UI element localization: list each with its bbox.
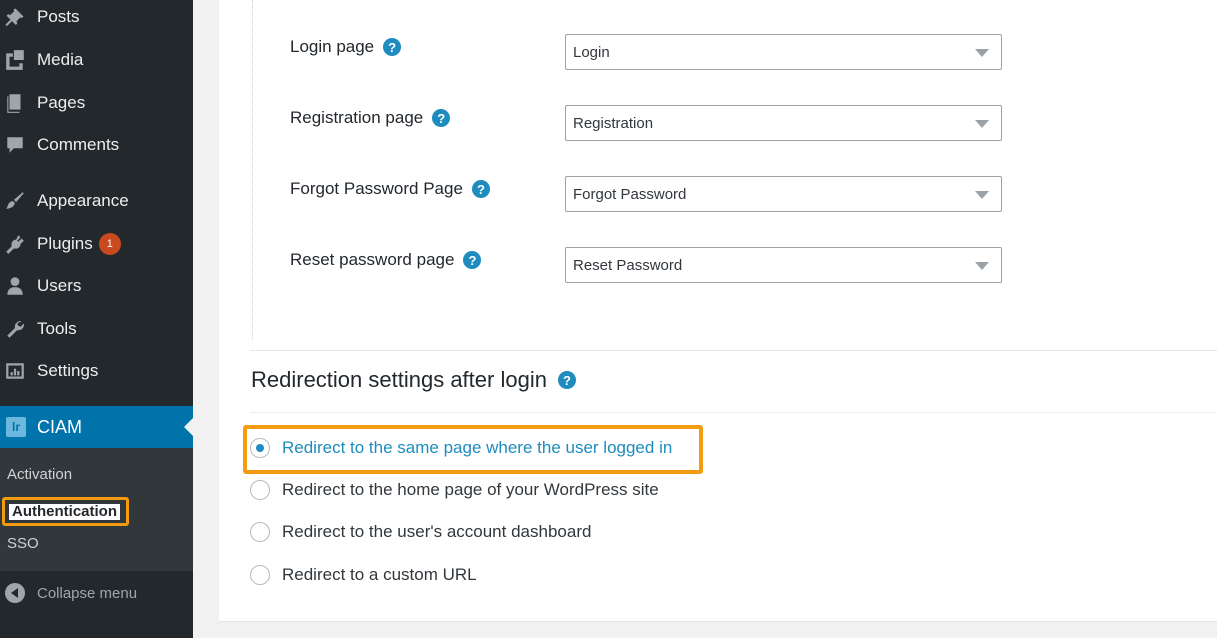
sidebar-item-label: Settings xyxy=(37,361,99,380)
select-value: Reset Password xyxy=(573,256,683,274)
settings-icon xyxy=(4,360,26,382)
divider xyxy=(250,412,1217,413)
sidebar-item-label: Posts xyxy=(37,7,80,26)
sidebar-item-label: CIAM xyxy=(37,416,82,437)
sidebar-item-label: Tools xyxy=(37,319,77,338)
plugin-icon xyxy=(4,233,26,255)
update-count-badge: 1 xyxy=(98,233,121,255)
radio-button[interactable] xyxy=(250,522,270,542)
section-title-text: Redirection settings after login xyxy=(251,367,547,392)
field-label-text: Login page xyxy=(290,37,375,56)
sidebar-item-label: Pages xyxy=(37,93,86,112)
chevron-down-icon xyxy=(975,191,989,199)
radio-label: Redirect to a custom URL xyxy=(282,565,477,584)
chevron-down-icon xyxy=(975,49,989,57)
submenu-item-activation[interactable]: Activation xyxy=(7,466,72,483)
sidebar-item-settings[interactable]: Settings xyxy=(0,351,193,391)
submenu-item-label: Authentication xyxy=(9,503,120,520)
forgot-password-page-label: Forgot Password Page ? xyxy=(290,179,490,199)
registration-page-select[interactable]: Registration xyxy=(565,105,1002,141)
redirection-section-title: Redirection settings after login ? xyxy=(251,367,576,393)
pages-icon xyxy=(4,92,26,114)
reset-password-page-label: Reset password page ? xyxy=(290,250,482,270)
help-icon[interactable]: ? xyxy=(471,180,490,198)
sidebar-item-label: Appearance xyxy=(37,191,129,210)
sidebar-item-plugins[interactable]: Plugins 1 xyxy=(0,224,193,264)
sidebar-item-appearance[interactable]: Appearance xyxy=(0,181,193,221)
submenu-item-sso[interactable]: SSO xyxy=(7,535,39,552)
field-label-text: Forgot Password Page xyxy=(290,179,463,198)
sidebar-item-posts[interactable]: Posts xyxy=(0,0,193,37)
sidebar-item-comments[interactable]: Comments xyxy=(0,125,193,165)
chevron-down-icon xyxy=(975,262,989,270)
user-icon xyxy=(4,275,26,297)
radio-button[interactable] xyxy=(250,480,270,500)
redirect-option-home-page[interactable]: Redirect to the home page of your WordPr… xyxy=(250,480,659,500)
ciam-logo-icon: lr xyxy=(6,417,26,437)
sidebar-item-tools[interactable]: Tools xyxy=(0,309,193,349)
submenu-item-authentication[interactable]: Authentication xyxy=(2,497,129,526)
sidebar-item-label: Users xyxy=(37,276,82,295)
chevron-down-icon xyxy=(975,120,989,128)
help-icon[interactable]: ? xyxy=(383,38,402,56)
login-page-label: Login page ? xyxy=(290,37,402,57)
redirect-option-custom-url[interactable]: Redirect to a custom URL xyxy=(250,565,477,585)
help-icon[interactable]: ? xyxy=(557,371,576,389)
section-divider xyxy=(252,0,253,340)
selected-option-highlight xyxy=(243,425,703,474)
media-icon xyxy=(4,49,26,71)
collapse-menu-label: Collapse menu xyxy=(37,584,138,602)
sidebar-item-label: Comments xyxy=(37,135,120,154)
radio-label: Redirect to the home page of your WordPr… xyxy=(282,480,659,499)
field-label-text: Registration page xyxy=(290,108,424,127)
reset-password-page-select[interactable]: Reset Password xyxy=(565,247,1002,283)
sidebar-item-users[interactable]: Users xyxy=(0,266,193,306)
redirect-option-account-dashboard[interactable]: Redirect to the user's account dashboard xyxy=(250,522,591,542)
admin-sidebar: Posts Media Pages Comments Appearance Pl… xyxy=(0,0,193,638)
current-menu-arrow xyxy=(184,418,193,436)
sidebar-item-media[interactable]: Media xyxy=(0,40,193,80)
select-value: Login xyxy=(573,43,610,61)
sidebar-item-label: Media xyxy=(37,50,84,69)
brush-icon xyxy=(4,190,26,212)
radio-button[interactable] xyxy=(250,565,270,585)
help-icon[interactable]: ? xyxy=(432,109,451,127)
registration-page-label: Registration page ? xyxy=(290,108,451,128)
help-icon[interactable]: ? xyxy=(463,251,482,269)
pin-icon xyxy=(4,6,26,28)
forgot-password-page-select[interactable]: Forgot Password xyxy=(565,176,1002,212)
wrench-icon xyxy=(4,318,26,340)
divider xyxy=(250,350,1217,351)
login-page-select[interactable]: Login xyxy=(565,34,1002,70)
field-label-text: Reset password page xyxy=(290,250,455,269)
sidebar-item-pages[interactable]: Pages xyxy=(0,83,193,123)
collapse-arrow-icon xyxy=(5,583,25,603)
comment-icon xyxy=(4,134,26,156)
collapse-menu-button[interactable]: Collapse menu xyxy=(0,578,137,608)
radio-label: Redirect to the user's account dashboard xyxy=(282,522,592,541)
select-value: Registration xyxy=(573,114,654,132)
sidebar-item-ciam[interactable]: lr CIAM xyxy=(0,406,193,448)
select-value: Forgot Password xyxy=(573,185,687,203)
sidebar-item-label: Plugins xyxy=(37,234,93,253)
